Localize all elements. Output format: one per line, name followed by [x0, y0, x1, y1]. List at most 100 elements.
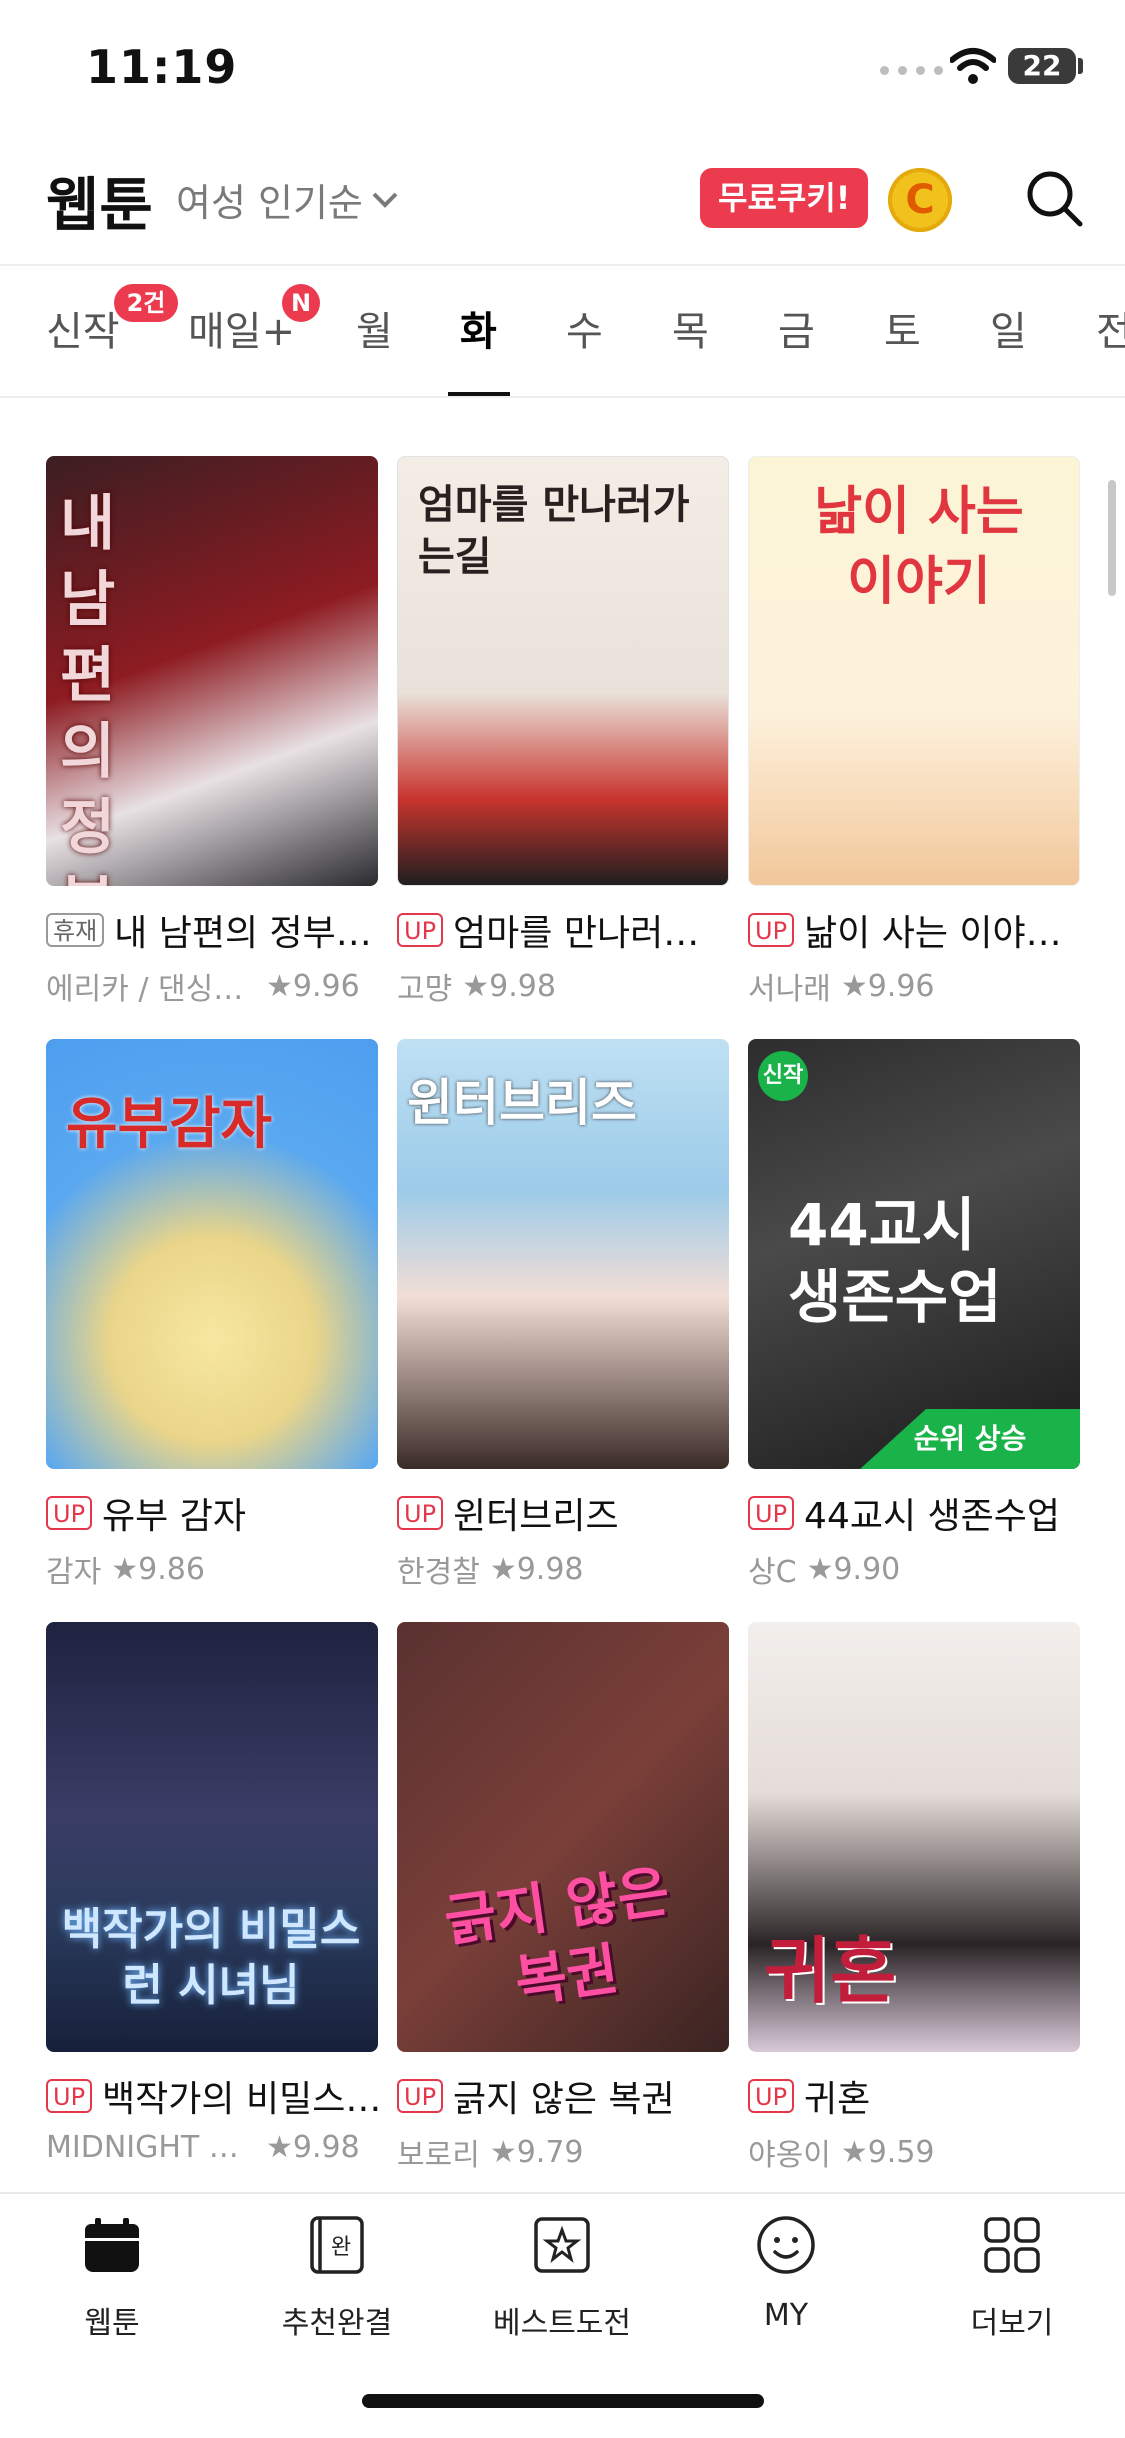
status-tag: UP — [397, 2079, 444, 2113]
card-title-row: UP 윈터브리즈 — [397, 1487, 729, 1539]
card-rating: 9.96 — [867, 968, 935, 1004]
card-meta: 감자 ★ 9.86 — [46, 1547, 378, 1591]
tab-label: 신작 — [46, 309, 120, 355]
nav-more[interactable]: 더보기 — [932, 2214, 1092, 2342]
card-title: 백작가의 비밀스… — [102, 2079, 378, 2120]
star-icon: ★ — [111, 1551, 139, 1587]
status-time: 11:19 — [86, 40, 238, 94]
webtoon-card[interactable]: 긁지 않은 복권 UP 긁지 않은 복권 보로리 ★ 9.79 — [397, 1622, 729, 2174]
card-author: 한경찰 — [397, 1555, 480, 1590]
scrollbar[interactable] — [1108, 480, 1116, 596]
card-author: 서나래 — [748, 972, 831, 1007]
cookie-button-tail — [846, 186, 860, 210]
home-indicator — [362, 2394, 764, 2408]
nav-label: 베스트도전 — [493, 2306, 631, 2341]
wifi-icon — [950, 48, 996, 84]
card-title: 윈터브리즈 — [453, 1496, 619, 1537]
webtoon-thumbnail: 신작 44교시 생존수업 순위 상승 — [748, 1039, 1080, 1469]
tab-all[interactable]: 전 — [1096, 300, 1125, 396]
card-title: 44교시 생존수업 — [804, 1496, 1061, 1537]
signal-icon — [880, 66, 943, 75]
coin-icon[interactable]: C — [888, 168, 952, 232]
webtoon-card[interactable]: 내 남편의 정부에게 휴재 내 남편의 정부… 에리카 / 댄싱브… ★9.96 — [46, 456, 378, 1008]
rank-up-badge: 순위 상승 — [860, 1409, 1080, 1469]
webtoon-card[interactable]: 낢이 사는 이야기 UP 낢이 사는 이야… 서나래 ★ 9.96 — [748, 456, 1080, 1008]
card-title-row: UP 백작가의 비밀스… — [46, 2070, 378, 2122]
webtoon-card[interactable]: 신작 44교시 생존수업 순위 상승 UP 44교시 생존수업 상C ★ 9.90 — [748, 1039, 1080, 1591]
tab-sat[interactable]: 토 — [884, 300, 921, 396]
complete-book-icon: 완 — [310, 2216, 364, 2274]
search-icon[interactable] — [1024, 168, 1084, 228]
nav-best-challenge[interactable]: 베스트도전 — [482, 2214, 642, 2342]
card-rating: 9.96 — [292, 968, 360, 1004]
tab-sun[interactable]: 일 — [990, 300, 1027, 396]
webtoon-thumbnail: 엄마를 만나러가는길 — [397, 456, 729, 886]
card-rating: 9.98 — [292, 2130, 360, 2165]
tab-mon[interactable]: 월 — [356, 300, 393, 396]
status-tag: UP — [748, 913, 795, 947]
webtoon-thumbnail: 윈터브리즈 — [397, 1039, 729, 1469]
header-divider — [0, 264, 1125, 266]
status-tag: UP — [748, 2079, 795, 2113]
card-meta: 보로리 ★ 9.79 — [397, 2130, 729, 2174]
webtoon-card[interactable]: 엄마를 만나러가는길 UP 엄마를 만나러… 고먕 ★ 9.98 — [397, 456, 729, 1008]
tab-thu[interactable]: 목 — [672, 300, 709, 396]
status-tag: UP — [748, 1496, 795, 1530]
grid-icon — [984, 2217, 1040, 2273]
card-meta: 고먕 ★ 9.98 — [397, 964, 729, 1008]
webtoon-card[interactable]: 유부감자 UP 유부 감자 감자 ★ 9.86 — [46, 1039, 378, 1591]
sort-label: 여성 인기순 — [176, 181, 363, 225]
webtoon-card[interactable]: 귀혼 UP 귀혼 야옹이 ★ 9.59 — [748, 1622, 1080, 2174]
card-author: 상C — [748, 1555, 797, 1590]
tab-daily-plus[interactable]: 매일+ — [188, 300, 295, 396]
card-meta: 한경찰 ★ 9.98 — [397, 1547, 729, 1591]
calendar-icon — [85, 2218, 139, 2272]
tab-label: 금 — [778, 309, 815, 355]
nav-label: 더보기 — [970, 2306, 1054, 2341]
star-icon: ★ — [489, 2134, 517, 2170]
webtoon-thumbnail: 낢이 사는 이야기 — [748, 456, 1080, 886]
card-title-row: UP 44교시 생존수업 — [748, 1487, 1080, 1539]
webtoon-thumbnail: 유부감자 — [46, 1039, 378, 1469]
card-meta: MIDNIGHT S… ★ 9.98 — [46, 2130, 378, 2165]
nav-my[interactable]: MY — [706, 2214, 866, 2333]
battery-icon: 22 — [1008, 48, 1076, 84]
cover-title: 낢이 사는 이야기 — [814, 482, 1024, 612]
card-rating: 9.59 — [867, 2134, 935, 2170]
cover-title: 유부감자 — [66, 1092, 273, 1157]
star-icon: ★ — [266, 968, 293, 1004]
card-rating: 9.98 — [489, 968, 556, 1004]
tab-fri[interactable]: 금 — [778, 300, 815, 396]
tab-label: 토 — [884, 309, 921, 355]
cover-title: 내 남편의 정부에게 — [60, 489, 116, 886]
star-icon: ★ — [489, 1551, 517, 1587]
card-title-row: UP 유부 감자 — [46, 1487, 378, 1539]
card-title-row: UP 낢이 사는 이야… — [748, 904, 1080, 956]
star-icon: ★ — [462, 968, 490, 1004]
card-title: 엄마를 만나러… — [453, 913, 700, 954]
card-author: MIDNIGHT S… — [46, 2130, 256, 2165]
webtoon-thumbnail: 내 남편의 정부에게 — [46, 456, 378, 886]
star-box-icon — [534, 2217, 590, 2273]
nav-webtoon[interactable]: 웹툰 — [32, 2214, 192, 2342]
cover-title: 백작가의 비밀스런 시녀님 — [61, 1904, 361, 2011]
card-author: 야옹이 — [748, 2138, 831, 2173]
free-cookie-button[interactable]: 무료쿠키! — [700, 168, 869, 228]
sort-dropdown[interactable]: 여성 인기순 — [176, 172, 399, 227]
nav-recommend-complete[interactable]: 완 추천완결 — [257, 2214, 417, 2342]
status-tag: 휴재 — [46, 913, 105, 947]
card-title: 귀혼 — [804, 2079, 871, 2120]
new-dot-badge: N — [282, 284, 320, 322]
tab-wed[interactable]: 수 — [566, 300, 603, 396]
card-author: 고먕 — [397, 972, 453, 1007]
card-meta: 서나래 ★ 9.96 — [748, 964, 1080, 1008]
new-count-badge: 2건 — [114, 284, 178, 322]
smile-icon — [757, 2216, 815, 2274]
webtoon-card[interactable]: 윈터브리즈 UP 윈터브리즈 한경찰 ★ 9.98 — [397, 1039, 729, 1591]
tab-tue[interactable]: 화 — [460, 300, 497, 396]
tab-new[interactable]: 신작 — [46, 300, 120, 396]
tab-label: 월 — [356, 309, 393, 355]
card-meta: 에리카 / 댄싱브… ★ 9.96 — [46, 964, 378, 1008]
card-author: 감자 — [46, 1555, 102, 1590]
webtoon-card[interactable]: 백작가의 비밀스런 시녀님 UP 백작가의 비밀스… MIDNIGHT S… ★ 9.… — [46, 1622, 378, 2165]
